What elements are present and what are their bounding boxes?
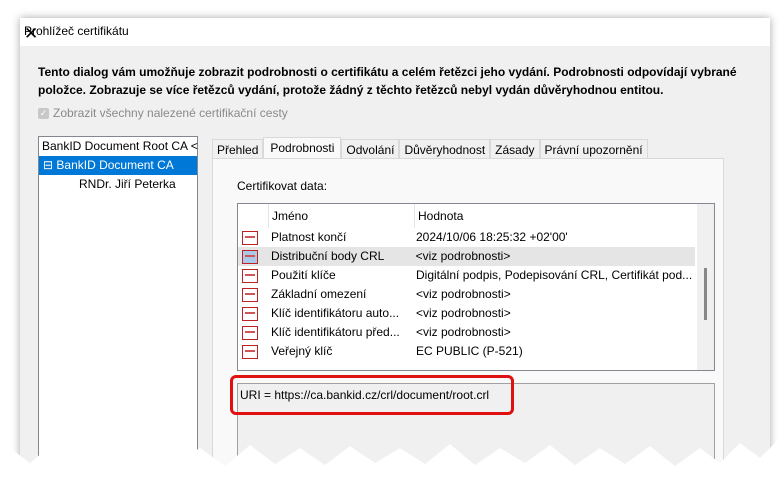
scrollbar-thumb[interactable] — [704, 268, 707, 320]
field-value: EC PUBLIC (P-521) — [416, 344, 523, 358]
field-value: <viz podrobnosti> — [416, 287, 511, 301]
field-value: 2024/10/06 18:25:32 +02'00' — [416, 230, 568, 244]
tab-revocation[interactable]: Odvolání — [341, 139, 400, 159]
collapse-icon[interactable]: ⊟ — [43, 158, 56, 172]
field-value: <viz podrobnosti> — [416, 306, 511, 320]
list-header: Jméno Hodnota — [238, 204, 714, 228]
field-value: <viz podrobnosti> — [416, 325, 511, 339]
tab-trust[interactable]: Důvěryhodnost — [399, 139, 491, 159]
certificate-icon — [242, 231, 258, 245]
tab-details[interactable]: Podrobnosti — [263, 137, 342, 160]
highlight-annotation — [230, 375, 514, 415]
field-name: Klíč identifikátoru auto... — [271, 306, 400, 320]
extension-icon — [242, 326, 258, 340]
tree-item[interactable]: RNDr. Jiří Peterka — [39, 175, 197, 194]
field-name: Distribuční body CRL — [270, 249, 385, 263]
details-panel: Certifikovat data: Jméno Hodnota Platnost… — [212, 158, 724, 466]
tree-item-selected[interactable]: ⊟ BankID Document CA — [39, 156, 197, 175]
checkbox-label: Zobrazit všechny nalezené certifikační c… — [53, 106, 288, 120]
field-name: Základní omezení — [271, 287, 367, 301]
description: Tento dialog vám umožňuje zobrazit podro… — [38, 65, 737, 97]
column-name[interactable]: Jméno — [269, 204, 415, 228]
list-row-selected[interactable]: Distribuční body CRL <viz podrobnosti> — [238, 247, 695, 266]
tree-item[interactable]: BankID Document Root CA < — [39, 137, 198, 156]
critical-extension-icon — [242, 269, 258, 283]
tab-bar: Přehled Podrobnosti Odvolání Důvěryhodno… — [212, 137, 648, 160]
certificate-data-label: Certifikovat data: — [237, 179, 328, 193]
tab-legal-notice[interactable]: Právní upozornění — [539, 139, 648, 159]
tree-item-label: BankID Document CA — [56, 158, 174, 172]
field-value: Digitální podpis, Podepisování CRL, Cert… — [416, 268, 693, 282]
vertical-scrollbar[interactable] — [697, 204, 714, 370]
close-icon[interactable]: ✕ — [24, 24, 760, 44]
title-bar: Prohlížeč certifikátu ✕ — [20, 18, 770, 46]
list-row[interactable]: Klíč identifikátoru před... <viz podrobno… — [238, 323, 714, 342]
certificate-tree: BankID Document Root CA < ⊟ BankID Docum… — [38, 136, 198, 466]
certificate-icon — [242, 345, 258, 359]
field-name: Použití klíče — [271, 268, 336, 282]
list-row[interactable]: Použití klíče Digitální podpis, Podepisov… — [238, 266, 714, 285]
list-row[interactable]: Klíč identifikátoru auto... <viz podrobno… — [238, 304, 714, 323]
field-name: Veřejný klíč — [271, 344, 333, 358]
field-value: <viz podrobnosti> — [415, 249, 511, 263]
list-row[interactable]: Platnost končí 2024/10/06 18:25:32 +02'00… — [238, 228, 714, 247]
extension-icon — [242, 250, 258, 264]
certificate-fields-list[interactable]: Jméno Hodnota Platnost končí 2024/10/06 18… — [237, 203, 715, 371]
show-all-paths-checkbox[interactable]: ✓ Zobrazit všechny nalezené certifikační … — [38, 106, 288, 120]
critical-extension-icon — [242, 288, 258, 302]
checkmark-icon: ✓ — [38, 107, 49, 119]
list-row[interactable]: Veřejný klíč EC PUBLIC (P-521) — [238, 342, 714, 361]
list-row[interactable]: Základní omezení <viz podrobnosti> — [238, 285, 714, 304]
field-name: Platnost končí — [271, 230, 347, 244]
extension-icon — [242, 307, 258, 321]
field-name: Klíč identifikátoru před... — [271, 325, 400, 339]
column-value[interactable]: Hodnota — [415, 204, 699, 228]
tab-overview[interactable]: Přehled — [212, 139, 264, 159]
tab-policies[interactable]: Zásady — [490, 139, 540, 159]
